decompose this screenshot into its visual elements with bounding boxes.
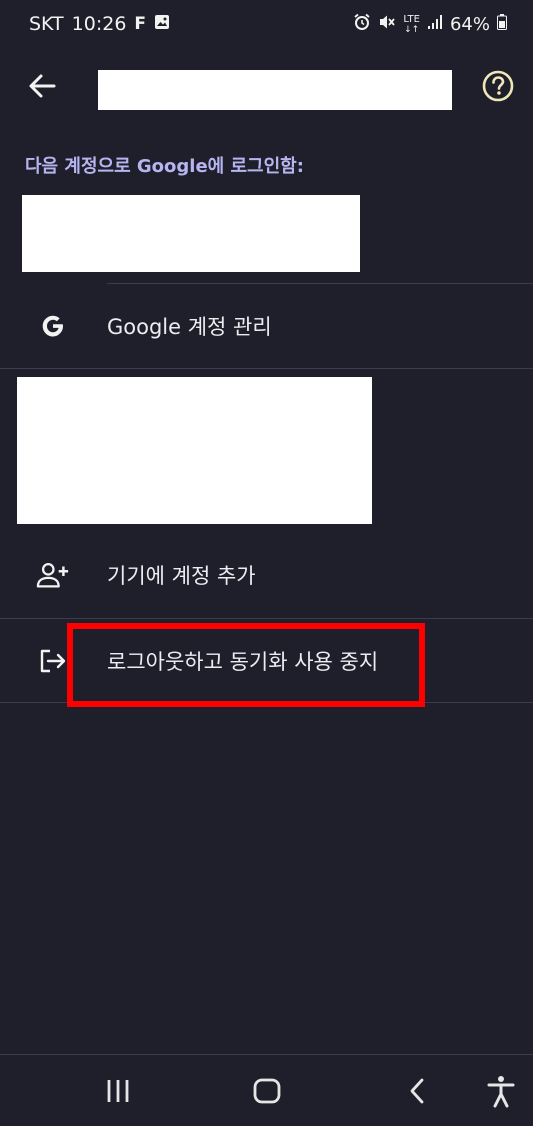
home-icon [253, 1078, 281, 1104]
sign-out-label: 로그아웃하고 동기화 사용 중지 [107, 650, 379, 674]
divider [0, 702, 533, 703]
sign-out-item[interactable]: 로그아웃하고 동기화 사용 중지 [0, 621, 533, 701]
back-button[interactable] [22, 66, 62, 106]
status-left: SKT 10:26 F [29, 13, 170, 35]
carrier-text: SKT [29, 13, 64, 35]
gallery-notification-icon [154, 13, 170, 35]
divider [0, 368, 533, 369]
manage-google-account-label: Google 계정 관리 [107, 315, 272, 339]
status-right: LTE ↓↑ 64% [353, 13, 507, 36]
alarm-icon [353, 13, 371, 36]
recents-button[interactable] [98, 1071, 138, 1111]
signed-in-label: 다음 계정으로 Google에 로그인함: [25, 156, 304, 177]
signal-strength-icon [427, 14, 443, 35]
back-chevron-icon [410, 1078, 424, 1104]
mute-icon [378, 13, 396, 36]
accessibility-button[interactable] [481, 1071, 521, 1111]
redacted-account-info [22, 195, 360, 272]
battery-icon [497, 14, 507, 35]
arrow-left-icon [29, 74, 56, 98]
divider [0, 618, 533, 619]
logout-icon [36, 644, 70, 678]
person-add-icon [36, 558, 70, 592]
app-bar [0, 52, 533, 122]
home-button[interactable] [247, 1071, 287, 1111]
google-g-icon [36, 309, 70, 343]
redacted-account-list [17, 377, 372, 524]
system-nav-bar [0, 1054, 533, 1126]
lte-signal-icon: LTE ↓↑ [403, 13, 420, 35]
status-bar: SKT 10:26 F LTE ↓↑ 64% [0, 0, 533, 52]
help-button[interactable] [478, 66, 518, 106]
manage-google-account-item[interactable]: Google 계정 관리 [0, 286, 533, 366]
accessibility-icon [487, 1076, 515, 1108]
help-circle-icon [482, 70, 514, 102]
divider [107, 283, 533, 284]
add-account-item[interactable]: 기기에 계정 추가 [0, 535, 533, 615]
redacted-account-title [98, 70, 452, 110]
add-account-label: 기기에 계정 추가 [107, 564, 256, 588]
nav-back-button[interactable] [398, 1071, 438, 1111]
recents-icon [107, 1080, 129, 1102]
battery-percent: 64% [449, 14, 490, 35]
clock-text: 10:26 [71, 13, 127, 35]
notification-f-icon: F [134, 14, 147, 34]
